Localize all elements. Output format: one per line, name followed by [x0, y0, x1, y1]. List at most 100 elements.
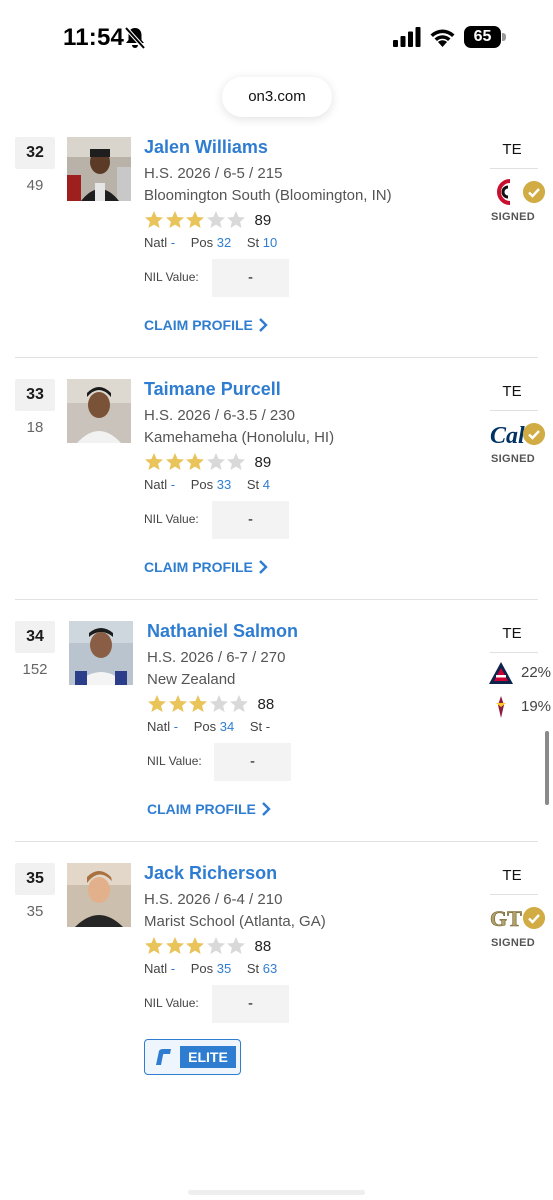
natl-label: Natl	[144, 961, 168, 976]
claim-profile-link[interactable]: CLAIM PROFILE	[144, 559, 268, 575]
player-class-info: H.S. 2026 / 6-4 / 210	[144, 891, 283, 908]
natl-label: Natl	[144, 477, 168, 492]
st-rank[interactable]: 63	[263, 961, 277, 976]
star-empty-icon	[230, 695, 248, 712]
player-name-link[interactable]: Jack Richerson	[144, 863, 277, 884]
arizona-state-logo	[496, 696, 506, 718]
star-empty-icon	[206, 211, 225, 228]
pos-rank[interactable]: 34	[220, 719, 234, 734]
player-photo-image	[67, 379, 131, 443]
sub-rank: 35	[26, 903, 44, 920]
player-class-info: H.S. 2026 / 6-7 / 270	[147, 649, 286, 666]
star-filled-icon	[148, 695, 166, 712]
star-rating: 89	[144, 209, 271, 231]
rank-number: 34	[15, 621, 55, 653]
natl-rank[interactable]: -	[171, 961, 175, 976]
rank-breakdown: Natl - Pos 35 St 63	[144, 961, 289, 976]
pos-rank[interactable]: 35	[217, 961, 231, 976]
player-name-link[interactable]: Taimane Purcell	[144, 379, 281, 400]
signed-check-icon	[523, 423, 545, 445]
nil-label: NIL Value:	[147, 754, 202, 768]
st-label: St	[246, 235, 260, 250]
nil-value: -	[212, 501, 289, 539]
url-bar[interactable]: on3.com	[222, 77, 332, 117]
pos-rank[interactable]: 33	[217, 477, 231, 492]
player-photo[interactable]	[67, 379, 131, 443]
star-filled-icon	[145, 453, 163, 470]
svg-text:Cal: Cal	[490, 423, 525, 449]
divider	[490, 410, 538, 411]
row-divider	[15, 841, 538, 842]
position-label: TE	[502, 141, 522, 158]
rank-number: 33	[15, 379, 55, 411]
signed-check-icon	[523, 907, 545, 929]
divider	[490, 894, 538, 895]
chevron-right-icon	[262, 802, 271, 816]
rank-breakdown: Natl - Pos 33 St 4	[144, 477, 282, 492]
home-indicator[interactable]	[188, 1190, 365, 1195]
star-filled-icon	[168, 695, 187, 712]
row-divider	[15, 599, 538, 600]
st-rank[interactable]: 4	[263, 477, 270, 492]
battery-level: 65	[473, 28, 492, 45]
natl-label: Natl	[147, 719, 171, 734]
st-label: St	[246, 961, 260, 976]
natl-rank[interactable]: -	[171, 235, 175, 250]
star-rating: 88	[147, 693, 274, 715]
st-rank: -	[265, 719, 271, 734]
player-row[interactable]: 32 49 Jalen Williams H.S. 2026 / 6-5 / 2…	[0, 137, 553, 379]
wifi-icon	[430, 29, 455, 47]
player-photo[interactable]	[67, 863, 131, 927]
player-row[interactable]: 34 152 Nathaniel Salmon H.S. 2026 / 6-7 …	[0, 621, 553, 863]
prediction-row[interactable]: 19%	[488, 695, 553, 719]
scrollbar[interactable]	[545, 731, 549, 805]
position-label: TE	[502, 625, 522, 642]
rank-number: 35	[15, 863, 55, 895]
rating-value: 89	[254, 453, 272, 471]
rank-breakdown: Natl - Pos 32 St 10	[144, 235, 289, 250]
sub-rank: 49	[26, 177, 44, 194]
star-filled-icon	[165, 211, 184, 228]
player-photo[interactable]	[69, 621, 133, 685]
signed-status: SIGNED	[491, 453, 535, 465]
st-label: St	[249, 719, 263, 734]
star-filled-icon	[186, 937, 204, 954]
star-empty-icon	[209, 695, 228, 712]
prediction-row[interactable]: 22%	[488, 661, 553, 685]
player-photo[interactable]	[67, 137, 131, 201]
elite-label: ELITE	[180, 1046, 236, 1068]
player-name-link[interactable]: Nathaniel Salmon	[147, 621, 298, 642]
star-empty-icon	[227, 937, 245, 954]
player-name-link[interactable]: Jalen Williams	[144, 137, 268, 158]
player-class-info: H.S. 2026 / 6-3.5 / 230	[144, 407, 295, 424]
signed-check-icon	[523, 181, 545, 203]
star-filled-icon	[186, 211, 204, 228]
chevron-right-icon	[259, 560, 268, 574]
natl-label: Natl	[144, 235, 168, 250]
star-filled-icon	[186, 453, 204, 470]
claim-profile-link[interactable]: CLAIM PROFILE	[144, 317, 268, 333]
pos-rank[interactable]: 32	[217, 235, 231, 250]
claim-profile-link[interactable]: CLAIM PROFILE	[147, 801, 271, 817]
natl-rank[interactable]: -	[171, 477, 175, 492]
player-row[interactable]: 35 35 Jack Richerson H.S. 2026 / 6-4 / 2…	[0, 863, 553, 1105]
player-row[interactable]: 33 18 Taimane Purcell H.S. 2026 / 6-3.5 …	[0, 379, 553, 621]
player-photo-image	[67, 137, 131, 201]
star-empty-icon	[227, 211, 245, 228]
natl-rank[interactable]: -	[174, 719, 178, 734]
nil-label: NIL Value:	[144, 270, 199, 284]
rank-number: 32	[15, 137, 55, 169]
nil-value: -	[212, 985, 289, 1023]
star-empty-icon	[206, 937, 225, 954]
star-empty-icon	[227, 453, 245, 470]
elite-badge[interactable]: ELITE	[144, 1039, 241, 1075]
player-photo-image	[69, 621, 133, 685]
star-filled-icon	[189, 695, 207, 712]
pos-label: Pos	[190, 961, 214, 976]
claim-profile-label: CLAIM PROFILE	[147, 801, 256, 817]
sub-rank: 152	[22, 661, 48, 678]
divider	[490, 652, 538, 653]
prediction-percent: 22%	[521, 664, 552, 681]
st-rank[interactable]: 10	[263, 235, 277, 250]
position-label: TE	[502, 867, 522, 884]
